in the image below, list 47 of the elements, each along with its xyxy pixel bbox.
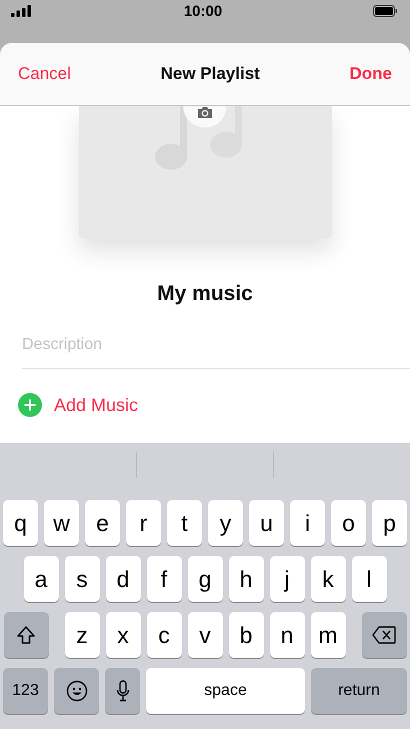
key[interactable]: q bbox=[3, 500, 38, 546]
clock-time: 10:00 bbox=[184, 2, 222, 20]
key[interactable]: t bbox=[167, 500, 202, 546]
key[interactable]: c bbox=[146, 612, 182, 658]
key[interactable]: e bbox=[85, 500, 120, 546]
plus-icon bbox=[18, 393, 42, 417]
emoji-key[interactable] bbox=[54, 668, 99, 714]
shift-icon bbox=[16, 625, 36, 645]
key[interactable]: m bbox=[310, 612, 346, 658]
battery-icon bbox=[373, 5, 398, 17]
key[interactable]: s bbox=[64, 556, 100, 602]
key[interactable]: d bbox=[106, 556, 140, 602]
cancel-button[interactable]: Cancel bbox=[18, 64, 71, 84]
key[interactable]: g bbox=[188, 556, 222, 602]
description-field[interactable]: Description bbox=[22, 332, 410, 369]
playlist-name: My music bbox=[157, 282, 253, 306]
key[interactable]: z bbox=[64, 612, 100, 658]
key[interactable]: p bbox=[372, 500, 407, 546]
space-key[interactable]: space bbox=[146, 668, 305, 714]
key[interactable]: v bbox=[188, 612, 222, 658]
key[interactable]: i bbox=[290, 500, 325, 546]
key[interactable]: w bbox=[44, 500, 79, 546]
key[interactable]: b bbox=[228, 612, 264, 658]
signal-icon bbox=[11, 5, 33, 17]
key[interactable]: r bbox=[126, 500, 161, 546]
delete-icon bbox=[372, 626, 396, 644]
key[interactable]: j bbox=[270, 556, 304, 602]
dictation-key[interactable] bbox=[105, 668, 140, 714]
microphone-icon bbox=[116, 680, 130, 702]
sheet-title: New Playlist bbox=[160, 64, 260, 84]
key[interactable]: y bbox=[208, 500, 243, 546]
key[interactable]: h bbox=[228, 556, 264, 602]
delete-key[interactable] bbox=[362, 612, 406, 658]
key[interactable]: f bbox=[146, 556, 182, 602]
key[interactable]: n bbox=[270, 612, 304, 658]
key[interactable]: k bbox=[310, 556, 346, 602]
key[interactable]: u bbox=[249, 500, 284, 546]
key[interactable]: a bbox=[24, 556, 58, 602]
add-music-button[interactable]: Add Music bbox=[18, 393, 138, 417]
key[interactable]: x bbox=[106, 612, 140, 658]
key[interactable]: l bbox=[352, 556, 386, 602]
return-key[interactable]: return bbox=[311, 668, 407, 714]
smiley-icon bbox=[66, 680, 88, 702]
key[interactable]: o bbox=[331, 500, 366, 546]
done-button[interactable]: Done bbox=[349, 64, 392, 84]
numbers-key[interactable]: 123 bbox=[3, 668, 48, 714]
shift-key[interactable] bbox=[4, 612, 48, 658]
